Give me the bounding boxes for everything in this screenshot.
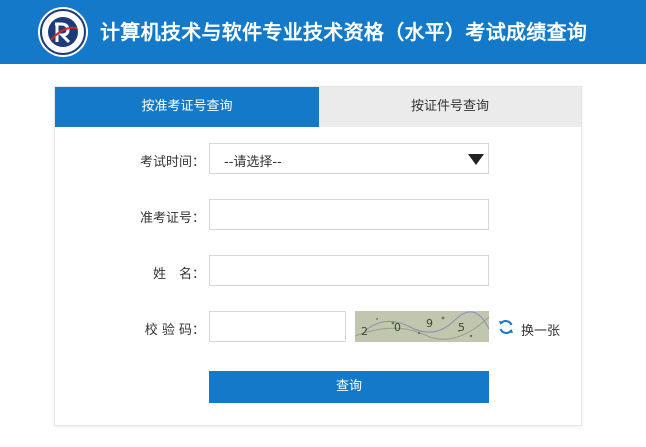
- ticket-number-label: 准考证号：: [139, 211, 205, 226]
- dropdown-arrow-icon: [468, 154, 484, 165]
- tab-by-ticket-number[interactable]: 按准考证号查询: [55, 87, 319, 127]
- captcha-char: 0: [394, 321, 401, 334]
- captcha-char: 2: [361, 325, 368, 338]
- captcha-label: 校 验 码：: [144, 323, 205, 338]
- captcha-char: 5: [458, 321, 465, 334]
- query-panel: 按准考证号查询 按证件号查询 考试时间： --请选择-- 准考证号： 姓 名： …: [54, 86, 582, 426]
- refresh-captcha-link[interactable]: 换一张: [521, 320, 560, 339]
- exam-time-label: 考试时间：: [139, 155, 205, 170]
- name-label: 姓 名：: [152, 267, 205, 282]
- query-button[interactable]: 查询: [209, 371, 489, 403]
- exam-time-selected-value: --请选择--: [224, 155, 282, 170]
- page-title: 计算机技术与软件专业技术资格（水平）考试成绩查询: [100, 20, 588, 44]
- exam-time-select[interactable]: --请选择--: [209, 143, 489, 174]
- tab-by-id-number[interactable]: 按证件号查询: [319, 87, 581, 127]
- logo-icon: [38, 7, 88, 57]
- captcha-char: 9: [426, 317, 433, 330]
- name-input[interactable]: [209, 255, 489, 286]
- captcha-input[interactable]: [209, 311, 346, 342]
- refresh-icon[interactable]: [498, 319, 514, 335]
- site-header: 计算机技术与软件专业技术资格（水平）考试成绩查询: [0, 0, 646, 64]
- ticket-number-input[interactable]: [209, 199, 489, 230]
- captcha-image[interactable]: 2 0 9 5: [355, 311, 489, 342]
